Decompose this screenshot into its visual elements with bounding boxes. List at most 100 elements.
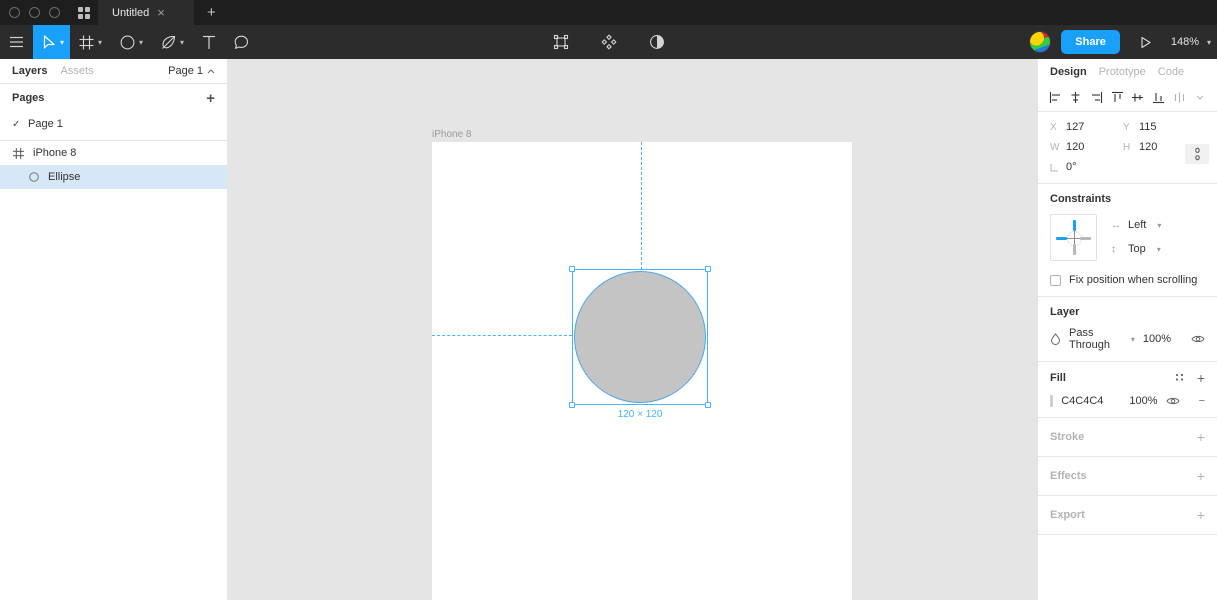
horizontal-constraint-value: Left [1128,219,1147,231]
resize-handle-top-left[interactable] [569,266,575,272]
add-effect-button[interactable]: + [1197,469,1205,483]
create-component-button[interactable] [544,25,578,59]
resize-handle-bottom-left[interactable] [569,402,575,408]
page-list-item[interactable]: ✓ Page 1 [0,112,227,136]
page-selector[interactable]: Page 1 [168,65,215,77]
add-stroke-button[interactable]: + [1197,430,1205,444]
transform-section: X 127 Y 115 W 120 H 120 0° [1038,112,1217,184]
plugins-button[interactable] [592,25,626,59]
window-controls[interactable] [0,0,70,25]
add-fill-button[interactable]: + [1197,371,1205,385]
export-title: Export [1050,509,1085,521]
chevron-down-icon[interactable]: ▾ [1131,335,1135,344]
x-value: 127 [1066,121,1085,133]
chevron-down-icon[interactable]: ▾ [98,38,102,47]
align-bottom-icon[interactable] [1149,88,1168,108]
add-export-button[interactable]: + [1197,508,1205,522]
close-window-button[interactable] [9,7,20,18]
effects-title: Effects [1050,470,1087,482]
fill-color-hex[interactable]: C4C4C4 [1061,395,1103,407]
export-section[interactable]: Export + [1038,496,1217,535]
align-horizontal-center-icon[interactable] [1067,88,1086,108]
chevron-down-icon[interactable]: ▾ [1157,221,1161,230]
tab-code[interactable]: Code [1158,66,1184,78]
chevron-down-icon[interactable]: ▾ [60,38,64,47]
new-tab-button[interactable]: + [194,0,229,25]
title-bar: Untitled × + [0,0,1217,25]
shape-tool-button[interactable]: ▾ [111,25,152,59]
file-tab-untitled[interactable]: Untitled × [98,0,194,25]
eye-icon[interactable] [1165,396,1180,406]
blend-mode-icon [1050,333,1061,345]
resize-handle-bottom-right[interactable] [705,402,711,408]
align-left-icon[interactable] [1046,88,1065,108]
fill-opacity-value[interactable]: 100% [1129,395,1157,407]
text-tool-button[interactable] [193,25,225,59]
add-page-button[interactable]: + [206,91,215,106]
constraint-handle-left[interactable] [1056,237,1067,240]
layer-row-ellipse[interactable]: Ellipse [0,165,227,189]
eye-icon[interactable] [1191,334,1205,344]
blend-mode-value[interactable]: Pass Through [1069,327,1119,351]
tab-layers[interactable]: Layers [12,65,47,77]
fill-style-icon[interactable] [1174,373,1185,384]
frame-icon [12,147,25,159]
chevron-down-icon[interactable]: ▾ [1207,38,1211,47]
chevron-down-icon[interactable]: ▾ [139,38,143,47]
move-tool-button[interactable]: ▾ [33,25,71,59]
fix-position-row[interactable]: Fix position when scrolling [1050,274,1205,286]
zoom-control[interactable]: 148% ▾ [1171,36,1211,48]
comment-tool-button[interactable] [225,25,258,59]
main-menu-button[interactable] [0,25,33,59]
tab-design[interactable]: Design [1050,66,1087,78]
width-label: W [1050,141,1060,153]
constraint-handle-right[interactable] [1080,237,1091,240]
canvas-area[interactable]: iPhone 8 120 × 120 [228,59,1037,600]
page-item-label: Page 1 [28,118,63,130]
ellipse-tool-icon [120,35,135,50]
mask-button[interactable] [640,25,674,59]
tab-prototype[interactable]: Prototype [1099,66,1146,78]
file-browser-button[interactable] [70,0,98,25]
minimize-window-button[interactable] [29,7,40,18]
stroke-section[interactable]: Stroke + [1038,418,1217,457]
check-icon: ✓ [12,118,21,130]
pen-tool-button[interactable]: ▾ [152,25,193,59]
grid-icon [78,6,90,19]
chevron-down-icon[interactable]: ▾ [180,38,184,47]
distribute-icon[interactable] [1170,88,1189,108]
align-right-icon[interactable] [1087,88,1106,108]
chevron-down-icon[interactable] [1190,88,1209,108]
fill-color-swatch[interactable] [1050,395,1054,407]
rotation-field[interactable]: 0° [1050,161,1123,173]
chevron-down-icon[interactable]: ▾ [1157,245,1161,254]
frame-tool-button[interactable]: ▾ [70,25,111,59]
present-button[interactable] [1130,25,1161,59]
constraint-handle-top[interactable] [1073,220,1076,231]
align-vertical-center-icon[interactable] [1129,88,1148,108]
share-button[interactable]: Share [1061,30,1120,54]
resize-handle-top-right[interactable] [705,266,711,272]
layer-opacity-value[interactable]: 100% [1143,333,1171,345]
y-field[interactable]: Y 115 [1123,121,1196,133]
maximize-window-button[interactable] [49,7,60,18]
fix-position-checkbox[interactable] [1050,274,1061,286]
layer-row-iphone-8[interactable]: iPhone 8 [0,141,227,165]
remove-fill-button[interactable]: − [1199,395,1205,407]
horizontal-constraint-dropdown[interactable]: ↔ Left ▾ [1111,219,1161,231]
constraint-handle-bottom[interactable] [1073,244,1076,255]
frame-name-label[interactable]: iPhone 8 [432,129,471,140]
align-top-icon[interactable] [1108,88,1127,108]
tab-assets[interactable]: Assets [60,65,93,77]
constraints-widget[interactable] [1050,214,1097,261]
close-icon[interactable]: × [157,6,165,19]
width-field[interactable]: W 120 [1050,141,1123,153]
proportion-lock-icon[interactable] [1185,144,1209,164]
vertical-constraint-dropdown[interactable]: ↕ Top ▾ [1111,243,1161,255]
alignment-toolbar [1038,84,1217,112]
x-field[interactable]: X 127 [1050,121,1123,133]
rotation-value: 0° [1066,161,1077,173]
avatar[interactable] [1029,31,1052,53]
y-value: 115 [1139,121,1157,133]
effects-section[interactable]: Effects + [1038,457,1217,496]
